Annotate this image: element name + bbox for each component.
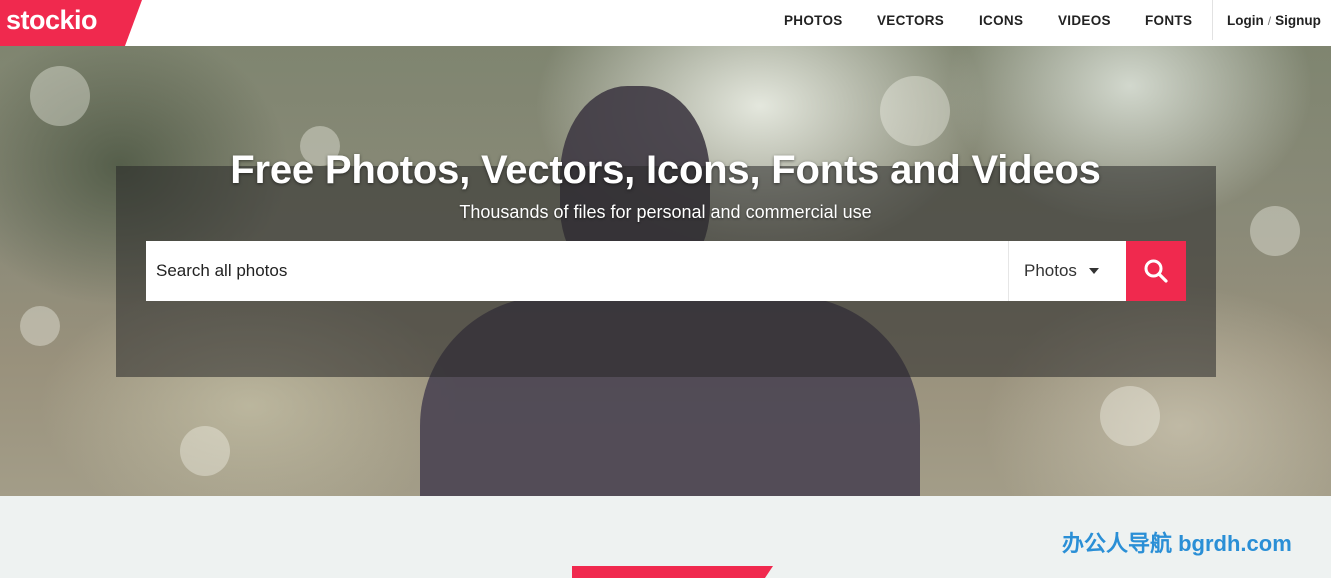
section-accent-tab (572, 566, 773, 578)
content-section: 办公人导航 bgrdh.com (0, 496, 1331, 578)
hero-subtitle: Thousands of files for personal and comm… (459, 202, 872, 222)
nav-vectors[interactable]: VECTORS (877, 13, 944, 28)
nav-photos[interactable]: PHOTOS (784, 13, 843, 28)
logo-text: stockio (6, 4, 98, 35)
logo[interactable]: stockio (0, 0, 142, 46)
signup-link[interactable]: Signup (1275, 13, 1321, 28)
search-button[interactable] (1126, 241, 1186, 301)
search-type-label: Photos (1024, 261, 1077, 280)
login-link[interactable]: Login (1227, 13, 1264, 28)
chevron-down-icon (1088, 268, 1099, 274)
top-bar: stockio PHOTOS VECTORS ICONS VIDEOS FONT… (0, 0, 1331, 46)
nav-divider (1212, 0, 1213, 40)
auth-links: Login / Signup (1227, 13, 1321, 28)
search-bar: Photos (146, 241, 1186, 301)
nav-videos[interactable]: VIDEOS (1058, 13, 1111, 28)
search-icon (1144, 259, 1168, 283)
search-type-dropdown[interactable]: Photos (1008, 241, 1126, 301)
nav-icons[interactable]: ICONS (979, 13, 1023, 28)
search-input[interactable] (146, 241, 1008, 301)
auth-separator: / (1267, 14, 1272, 28)
watermark-text: 办公人导航 bgrdh.com (1062, 531, 1292, 556)
hero-title: Free Photos, Vectors, Icons, Fonts and V… (230, 148, 1101, 192)
nav-fonts[interactable]: FONTS (1145, 13, 1192, 28)
